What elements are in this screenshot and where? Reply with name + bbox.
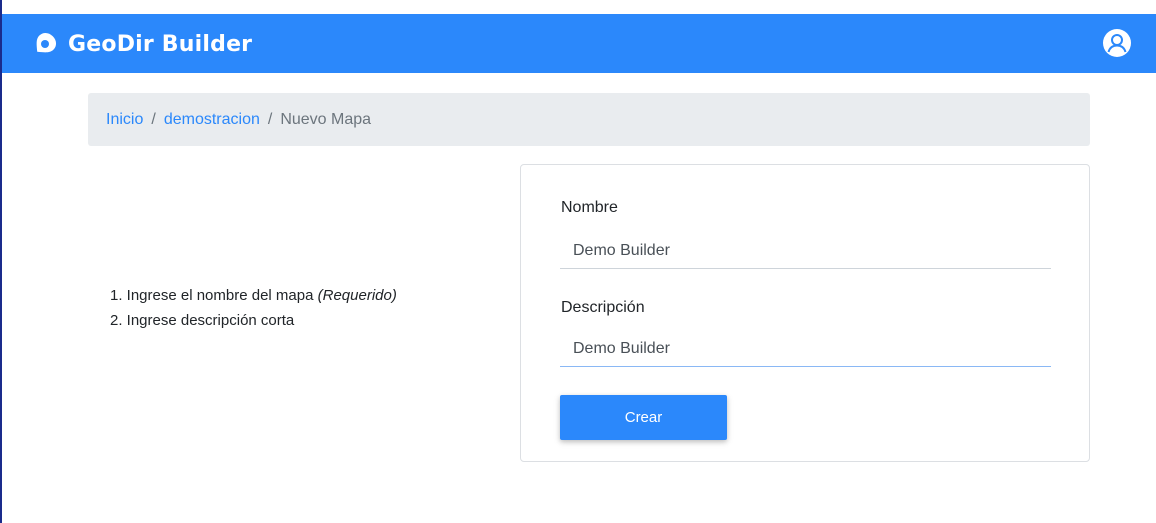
- description-input[interactable]: [560, 331, 1051, 367]
- create-button[interactable]: Crear: [560, 395, 727, 440]
- name-label: Nombre: [561, 199, 618, 216]
- instruction-step-1-text: 1. Ingrese el nombre del mapa: [110, 287, 318, 304]
- name-input[interactable]: [560, 233, 1051, 269]
- description-label: Descripción: [561, 299, 645, 316]
- brand[interactable]: GeoDir Builder: [30, 28, 252, 60]
- breadcrumb: Inicio / demostracion / Nuevo Mapa: [88, 93, 1090, 146]
- navbar: GeoDir Builder: [2, 14, 1156, 73]
- breadcrumb-separator: /: [151, 110, 156, 128]
- breadcrumb-item-demostracion[interactable]: demostracion: [164, 111, 260, 129]
- breadcrumb-separator: /: [267, 110, 273, 128]
- new-map-form: Nombre Descripción Crear: [520, 164, 1090, 462]
- instruction-step-2: 2. Ingrese descripción corta: [110, 312, 295, 329]
- instructions-list: 1. Ingrese el nombre del mapa (Requerido…: [110, 283, 397, 333]
- brand-name: GeoDir Builder: [68, 31, 253, 57]
- window-edge: [0, 0, 2, 523]
- required-note: (Requerido): [317, 287, 397, 304]
- breadcrumb-item-inicio[interactable]: Inicio: [106, 111, 143, 129]
- map-pin-icon: [30, 29, 60, 59]
- user-avatar-icon[interactable]: [1102, 28, 1132, 58]
- instruction-step-1: 1. Ingrese el nombre del mapa (Requerido…: [110, 283, 397, 308]
- breadcrumb-item-current: Nuevo Mapa: [280, 110, 372, 128]
